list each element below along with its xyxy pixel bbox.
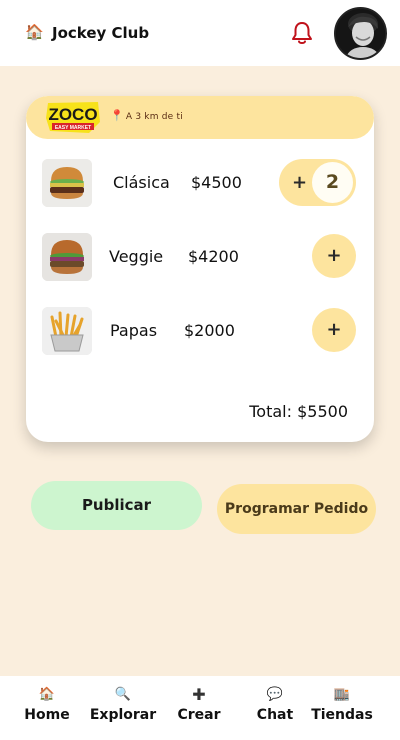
store-distance: 📍 A 3 km de ti bbox=[110, 109, 183, 122]
store-logo: ZOCO EASY MARKET bbox=[46, 102, 100, 133]
schedule-order-button[interactable]: Programar Pedido bbox=[217, 484, 376, 534]
burger-image bbox=[42, 159, 92, 207]
nav-item-tiendas[interactable]: 🏬 Tiendas bbox=[303, 676, 381, 740]
magnifier-icon: 🔍 bbox=[114, 687, 132, 702]
list-item: Veggie $4200 + bbox=[26, 232, 374, 282]
nav-item-crear[interactable]: ✚ Crear bbox=[160, 676, 238, 740]
item-name: Papas bbox=[110, 321, 158, 340]
item-name: Veggie bbox=[109, 247, 164, 266]
list-item: Clásica $4500 + 2 bbox=[26, 158, 374, 208]
increment-button[interactable]: + bbox=[292, 172, 307, 193]
veggie-burger-image bbox=[42, 233, 92, 281]
bell-icon[interactable] bbox=[290, 20, 314, 46]
nav-label: Crear bbox=[177, 707, 221, 723]
item-name: Clásica bbox=[113, 173, 170, 192]
item-price: $4200 bbox=[188, 247, 239, 266]
logo-subtext: EASY MARKET bbox=[55, 125, 91, 131]
add-button[interactable]: + bbox=[312, 234, 356, 278]
avatar[interactable] bbox=[334, 7, 387, 60]
bottom-nav: 🏠 Home 🔍 Explorar ✚ Crear 💬 Chat 🏬 Tiend… bbox=[0, 676, 400, 740]
nav-item-home[interactable]: 🏠 Home bbox=[8, 676, 86, 740]
house-icon: 🏠 bbox=[38, 687, 56, 702]
item-price: $2000 bbox=[184, 321, 235, 340]
building-icon: 🏬 bbox=[333, 687, 351, 702]
quantity-value: 2 bbox=[325, 171, 340, 193]
publish-button[interactable]: Publicar bbox=[31, 481, 202, 530]
avatar-image bbox=[336, 9, 385, 58]
nav-label: Home bbox=[24, 707, 70, 723]
nav-label: Tiendas bbox=[311, 707, 373, 723]
house-icon: 🏠 bbox=[25, 23, 44, 41]
distance-text: A 3 km de ti bbox=[125, 112, 183, 122]
plus-icon: ✚ bbox=[192, 685, 206, 704]
fries-image bbox=[42, 307, 92, 355]
add-button[interactable]: + bbox=[312, 308, 356, 352]
location-pin-icon: 📍 bbox=[110, 109, 124, 122]
store-header: ZOCO EASY MARKET 📍 A 3 km de ti bbox=[26, 96, 374, 139]
logo-text: ZOCO bbox=[48, 105, 97, 124]
quantity-stepper: + 2 bbox=[279, 159, 356, 206]
top-bar: 🏠 Jockey Club bbox=[0, 0, 400, 66]
page-title: Jockey Club bbox=[52, 24, 150, 42]
list-item: Papas $2000 + bbox=[26, 306, 374, 356]
order-total: Total: $5500 bbox=[249, 402, 348, 421]
nav-label: Explorar bbox=[89, 707, 157, 723]
nav-item-explorar[interactable]: 🔍 Explorar bbox=[84, 676, 162, 740]
order-card: ZOCO EASY MARKET 📍 A 3 km de ti Clásica $… bbox=[26, 96, 374, 442]
item-price: $4500 bbox=[191, 173, 242, 192]
quantity-display: 2 bbox=[312, 162, 353, 203]
